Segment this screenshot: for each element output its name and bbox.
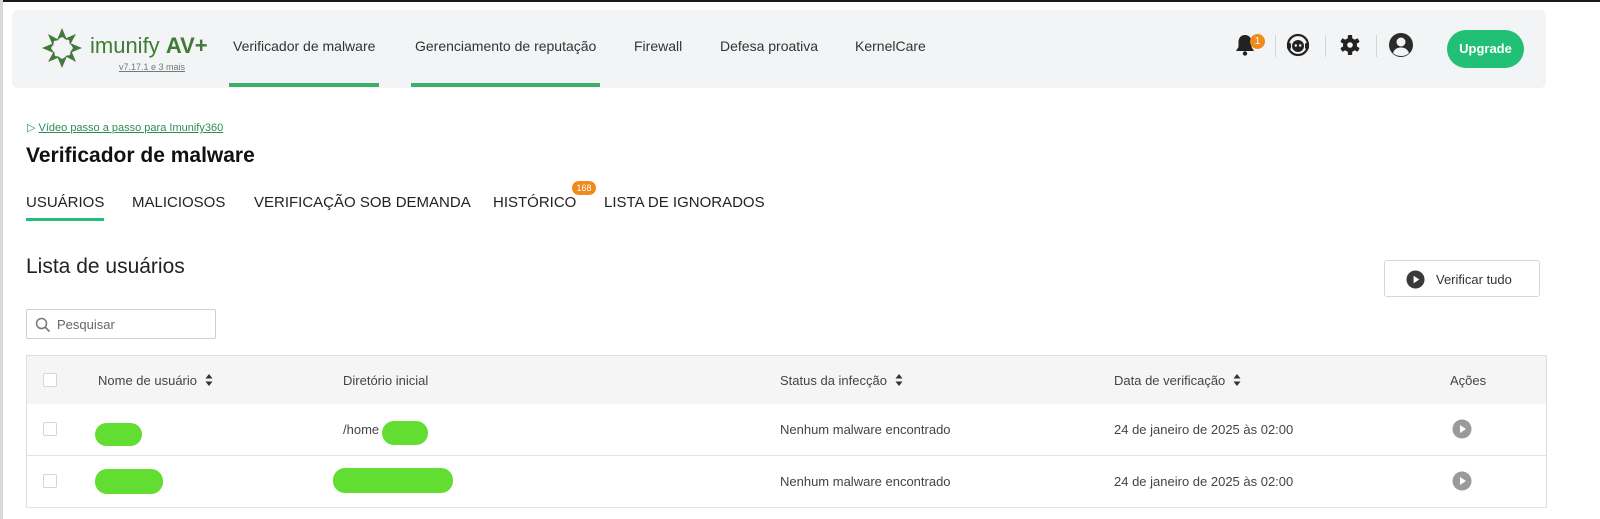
user-icon[interactable] [1388, 32, 1414, 58]
infection-status: Nenhum malware encontrado [780, 474, 951, 489]
tab-users[interactable]: USUÁRIOS [26, 194, 105, 221]
imunify-logo[interactable]: imunify AV+ v7.17.1 e 3 mais [40, 24, 220, 74]
video-tutorial-link[interactable]: ▷ Vídeo passo a passo para Imunify360 [27, 121, 223, 134]
section-title: Lista de usuários [26, 255, 185, 278]
version-link[interactable]: v7.17.1 e 3 mais [119, 62, 185, 72]
gear-icon[interactable] [1337, 32, 1363, 58]
logo-text: imunify AV+ [90, 33, 208, 59]
notification-badge: 1 [1250, 34, 1265, 49]
column-scan-date[interactable]: Data de verificação [1114, 373, 1241, 388]
logo-text-main: imunify [90, 33, 160, 58]
sort-icon[interactable] [205, 373, 213, 387]
nav-malware-scanner[interactable]: Verificador de malware [228, 10, 380, 88]
table-header: Nome de usuário Diretório inicial Status… [26, 355, 1547, 405]
nav-kernelcare[interactable]: KernelCare [855, 10, 926, 88]
search-icon [35, 317, 51, 333]
redacted-username [95, 423, 142, 446]
page-title: Verificador de malware [26, 144, 255, 167]
scan-date: 24 de janeiro de 2025 às 02:00 [1114, 474, 1294, 489]
upgrade-button[interactable]: Upgrade [1447, 30, 1524, 68]
header-divider [1275, 35, 1276, 57]
row-checkbox[interactable] [43, 474, 57, 488]
scan-user-play-icon[interactable] [1452, 471, 1472, 491]
select-all-checkbox[interactable] [43, 373, 57, 387]
video-tutorial-label: Vídeo passo a passo para Imunify360 [38, 122, 224, 134]
scan-all-label: Verificar tudo [1436, 272, 1512, 287]
play-outline-icon: ▷ [27, 122, 39, 134]
nav-proactive-defense[interactable]: Defesa proativa [720, 10, 818, 88]
sort-icon[interactable] [1233, 373, 1241, 387]
logo-text-suffix: AV+ [165, 33, 208, 58]
sort-icon[interactable] [895, 373, 903, 387]
redacted-username [95, 469, 163, 494]
column-infection-status-label: Status da infecção [780, 373, 887, 388]
scan-user-play-icon[interactable] [1452, 419, 1472, 439]
history-count-badge: 168 [572, 181, 596, 195]
table-row: /home Nenhum malware encontrado 24 de ja… [26, 404, 1547, 456]
window-left-border [0, 0, 3, 519]
nav-firewall[interactable]: Firewall [634, 10, 682, 88]
play-circle-icon [1406, 270, 1425, 289]
column-scan-date-label: Data de verificação [1114, 373, 1226, 388]
nav-reputation-management[interactable]: Gerenciamento de reputação [410, 10, 601, 88]
redacted-home-directory [382, 421, 428, 445]
tab-on-demand-scan[interactable]: VERIFICAÇÃO SOB DEMANDA [254, 194, 471, 221]
column-actions: Ações [1450, 373, 1487, 388]
home-directory: /home [343, 422, 380, 437]
search-input[interactable] [57, 315, 207, 333]
users-table: Nome de usuário Diretório inicial Status… [26, 355, 1547, 519]
tab-malicious[interactable]: MALICIOSOS [132, 194, 225, 221]
logo-star-icon [42, 28, 82, 68]
table-row: Nenhum malware encontrado 24 de janeiro … [26, 456, 1547, 508]
tab-history[interactable]: HISTÓRICO [493, 194, 576, 221]
scan-all-button[interactable]: Verificar tudo [1384, 260, 1540, 297]
redacted-home-directory [333, 468, 453, 493]
support-icon[interactable] [1285, 32, 1311, 58]
window-top-border [0, 0, 1600, 2]
column-infection-status[interactable]: Status da infecção [780, 373, 903, 388]
column-username-label: Nome de usuário [98, 373, 197, 388]
header-divider [1376, 35, 1377, 57]
row-checkbox[interactable] [43, 422, 57, 436]
infection-status: Nenhum malware encontrado [780, 422, 951, 437]
top-header: imunify AV+ v7.17.1 e 3 mais Verificador… [12, 10, 1546, 88]
search-box[interactable] [26, 309, 216, 339]
column-home-directory: Diretório inicial [343, 373, 429, 388]
column-username[interactable]: Nome de usuário [98, 373, 213, 388]
header-divider [1325, 35, 1326, 57]
scan-date: 24 de janeiro de 2025 às 02:00 [1114, 422, 1294, 437]
tab-ignore-list[interactable]: LISTA DE IGNORADOS [604, 194, 765, 221]
